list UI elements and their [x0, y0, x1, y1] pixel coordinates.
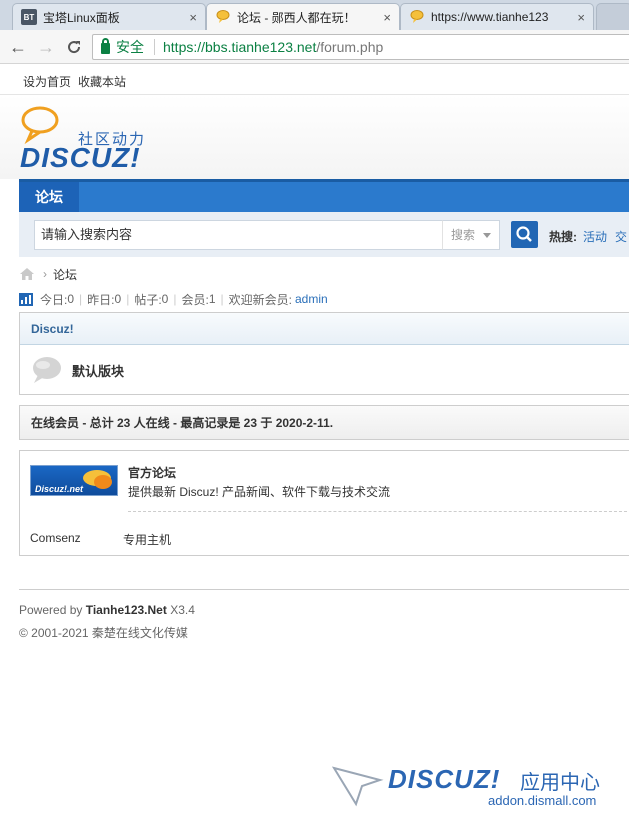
forum-bubble-icon — [33, 357, 61, 383]
search-type-label: 搜索 — [451, 228, 476, 242]
forum-category: Discuz! 默认版块 — [19, 312, 629, 395]
logo-brand: DISCUZ! — [20, 142, 141, 173]
breadcrumb: › 论坛 — [19, 265, 77, 283]
site-name-link[interactable]: Tianhe123.Net — [86, 603, 167, 617]
logo-text: Discuz!.net — [35, 484, 84, 494]
chevron-down-icon — [483, 233, 491, 238]
url-path: /forum.php — [316, 39, 384, 55]
divider — [128, 511, 629, 512]
divider — [154, 39, 155, 55]
discuz-favicon-icon — [409, 9, 425, 25]
close-icon[interactable]: × — [383, 10, 391, 25]
hot-search-label: 热搜: — [549, 230, 577, 244]
tab-baota[interactable]: BT 宝塔Linux面板 × — [12, 3, 206, 30]
divider: | — [173, 292, 177, 306]
forum-row: 默认版块 — [30, 355, 124, 385]
main-nav: 论坛 — [19, 179, 629, 212]
watermark-url: addon.dismall.com — [488, 793, 597, 808]
link-comsenz[interactable]: Comsenz — [30, 531, 81, 545]
stat-members-label: 会员: — [181, 292, 209, 307]
forum-stats: 今日: 0 | 昨日: 0 | 帖子: 0 | 会员: 1 | 欢迎新会员: a… — [19, 291, 328, 307]
link-hosting[interactable]: 专用主机 — [123, 531, 171, 548]
hot-search-link[interactable]: 交 — [615, 230, 627, 244]
browser-tabbar: BT 宝塔Linux面板 × 论坛 - 郧西人都在玩！ × https://ww… — [0, 0, 629, 30]
url-input[interactable]: 安全 https://bbs.tianhe123.net /forum.php — [92, 34, 629, 60]
stat-today: 0 — [67, 292, 75, 306]
link-description: 提供最新 Discuz! 产品新闻、软件下载与技术交流 — [128, 485, 391, 499]
bookmark-link[interactable]: 收藏本站 — [78, 73, 126, 90]
tab-label: 宝塔Linux面板 — [43, 10, 120, 25]
friend-links: Discuz!.net 官方论坛 提供最新 Discuz! 产品新闻、软件下载与… — [19, 450, 629, 556]
forward-arrow-icon[interactable]: → — [36, 37, 56, 57]
divider: | — [220, 292, 224, 306]
watermark: DISCUZ! 应用中心 addon.dismall.com — [332, 760, 627, 812]
tab-label: https://www.tianhe123 — [431, 10, 549, 24]
search-type-select[interactable]: 搜索 — [442, 220, 500, 250]
tab-tianhe[interactable]: https://www.tianhe123 × — [400, 3, 594, 30]
tab-label: 论坛 - 郧西人都在玩！ — [237, 10, 356, 25]
link-title[interactable]: 官方论坛 — [128, 464, 176, 481]
site-logo[interactable]: 社区动力 DISCUZ! — [18, 104, 153, 174]
stat-posts: 0 — [161, 292, 169, 306]
stat-yesterday-label: 昨日: — [87, 292, 115, 307]
divider: | — [79, 292, 83, 306]
reload-icon[interactable] — [64, 37, 84, 57]
site-topbar: 设为首页 收藏本站 — [0, 65, 629, 95]
search-bar: 请输入搜索内容 搜索 热搜: 活动交 — [19, 212, 629, 257]
breadcrumb-separator: › — [43, 267, 47, 281]
url-host: https://bbs.tianhe123.net — [163, 39, 317, 55]
new-member-link[interactable]: admin — [295, 292, 328, 306]
stat-posts-label: 帖子: — [134, 292, 162, 307]
home-icon[interactable] — [19, 267, 35, 281]
stats-chart-icon — [19, 292, 33, 306]
nav-item-forum[interactable]: 论坛 — [19, 182, 79, 212]
powered-prefix: Powered by — [19, 603, 86, 617]
stat-today-label: 今日: — [40, 292, 68, 307]
close-icon[interactable]: × — [189, 10, 197, 25]
hot-search-link[interactable]: 活动 — [583, 230, 607, 244]
back-arrow-icon[interactable]: ← — [8, 37, 28, 57]
lock-icon — [101, 38, 110, 54]
new-tab-button[interactable] — [596, 3, 629, 30]
stat-welcome-label: 欢迎新会员: — [228, 292, 292, 307]
search-button[interactable] — [511, 221, 538, 248]
stat-yesterday: 0 — [114, 292, 122, 306]
discuz-favicon-icon — [215, 9, 231, 25]
search-icon — [516, 226, 532, 242]
close-icon[interactable]: × — [577, 10, 585, 25]
breadcrumb-current[interactable]: 论坛 — [53, 266, 77, 283]
address-bar: ← → 安全 https://bbs.tianhe123.net /forum.… — [0, 30, 629, 64]
version: X3.4 — [166, 603, 195, 617]
copyright: © 2001-2021 秦楚在线文化传媒 — [19, 626, 188, 640]
hot-search: 热搜: 活动交 — [549, 228, 629, 245]
discuz-net-logo[interactable]: Discuz!.net — [30, 465, 118, 496]
tab-forum[interactable]: 论坛 - 郧西人都在玩！ × — [206, 3, 400, 30]
online-members[interactable]: 在线会员 - 总计 23 人在线 - 最高记录是 23 于 2020-2-11. — [19, 405, 629, 440]
forum-name[interactable]: 默认版块 — [72, 361, 124, 380]
powered-by: Powered by Tianhe123.Net X3.4 — [19, 603, 195, 617]
cursor-arrow-icon — [332, 766, 384, 807]
bt-favicon-icon: BT — [21, 9, 37, 25]
divider: | — [126, 292, 130, 306]
stat-members: 1 — [208, 292, 216, 306]
search-input[interactable]: 请输入搜索内容 — [34, 220, 444, 250]
category-title[interactable]: Discuz! — [20, 313, 629, 345]
watermark-brand: DISCUZ! — [388, 764, 501, 794]
set-home-link[interactable]: 设为首页 — [23, 73, 71, 90]
secure-label: 安全 — [116, 39, 144, 55]
divider — [19, 589, 629, 590]
watermark-cn: 应用中心 — [520, 772, 600, 794]
